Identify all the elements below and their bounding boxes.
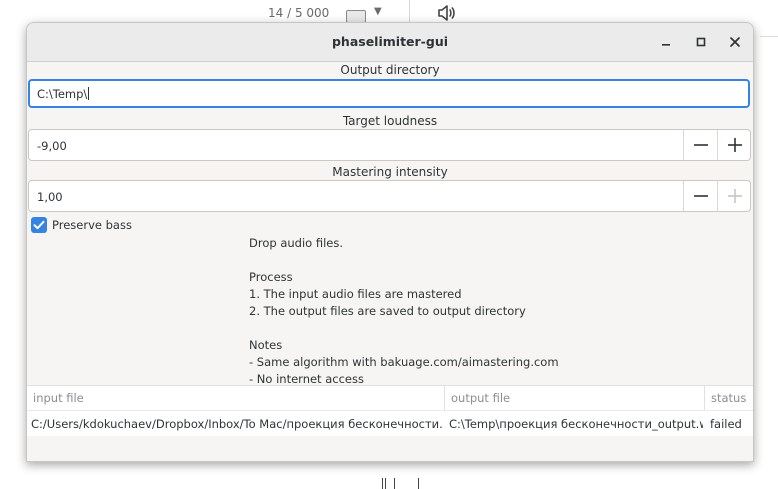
window-title: phaselimiter-gui [331,34,448,49]
output-file-cell: C:\Temp\проекция бесконечности_output.wa… [449,417,703,431]
instruction-line: Process [249,270,293,284]
table-row[interactable]: C:/Users/kdokuchaev/Dropbox/Inbox/To Mac… [27,410,753,437]
output-directory-field[interactable]: C:\Temp\ [28,79,750,108]
target-loudness-value: -9,00 [37,139,67,153]
plus-icon [728,138,742,152]
instruction-line: Drop audio files. [249,236,344,250]
instruction-line [249,252,559,269]
column-header-status[interactable]: status [705,386,753,410]
close-icon [730,37,740,47]
instruction-line [249,320,559,337]
maximize-button[interactable] [691,32,711,52]
instructions-text: Drop audio files. Process 1. The input a… [249,235,559,388]
target-loudness-label: Target loudness [342,114,438,128]
minimize-icon [662,44,670,46]
instruction-line: 1. The input audio files are mastered [249,287,462,301]
toolbar-divider [409,0,410,22]
preserve-bass-checkbox[interactable] [31,217,47,233]
mastering-intensity-label: Mastering intensity [332,165,448,179]
mastering-intensity-spinbutton[interactable]: 1,00 [28,180,751,212]
mastering-intensity-value: 1,00 [37,190,63,204]
checkmark-icon [33,220,45,230]
output-directory-value: C:\Temp\ [37,87,90,101]
minus-icon [694,144,708,146]
plus-icon [728,189,742,203]
instruction-line: 2. The output files are saved to output … [249,304,526,318]
preserve-bass-label: Preserve bass [52,218,132,232]
status-cell: failed [710,417,742,431]
minimize-button[interactable] [656,32,676,52]
mastering-intensity-increase-button[interactable] [717,181,752,211]
app-window: phaselimiter-gui Output directory C:\Tem… [26,22,754,462]
instruction-line: Notes [249,338,283,352]
column-header-output-file[interactable]: output file [445,386,705,410]
target-loudness-decrease-button[interactable] [683,130,718,160]
mastering-intensity-decrease-button[interactable] [683,181,718,211]
close-button[interactable] [725,32,745,52]
target-loudness-increase-button[interactable] [717,130,752,160]
character-counter: 14 / 5 000 [268,6,330,20]
speaker-icon[interactable] [436,3,456,23]
column-header-input-file[interactable]: input file [27,386,445,410]
output-directory-label: Output directory [340,63,440,77]
title-bar[interactable]: phaselimiter-gui [27,23,753,62]
background-divider [760,36,778,37]
maximize-icon [696,37,706,47]
target-loudness-spinbutton[interactable]: -9,00 [28,129,751,161]
text-cursor [88,87,90,100]
chevron-down-icon[interactable]: ▼ [374,6,382,17]
background-cursor-bars [380,478,420,489]
minus-icon [694,195,708,197]
files-table: input file output file status C:/Users/k… [27,385,753,436]
input-file-cell: C:/Users/kdokuchaev/Dropbox/Inbox/To Mac… [31,417,443,431]
instruction-line: - Same algorithm with bakuage.com/aimast… [249,355,559,369]
